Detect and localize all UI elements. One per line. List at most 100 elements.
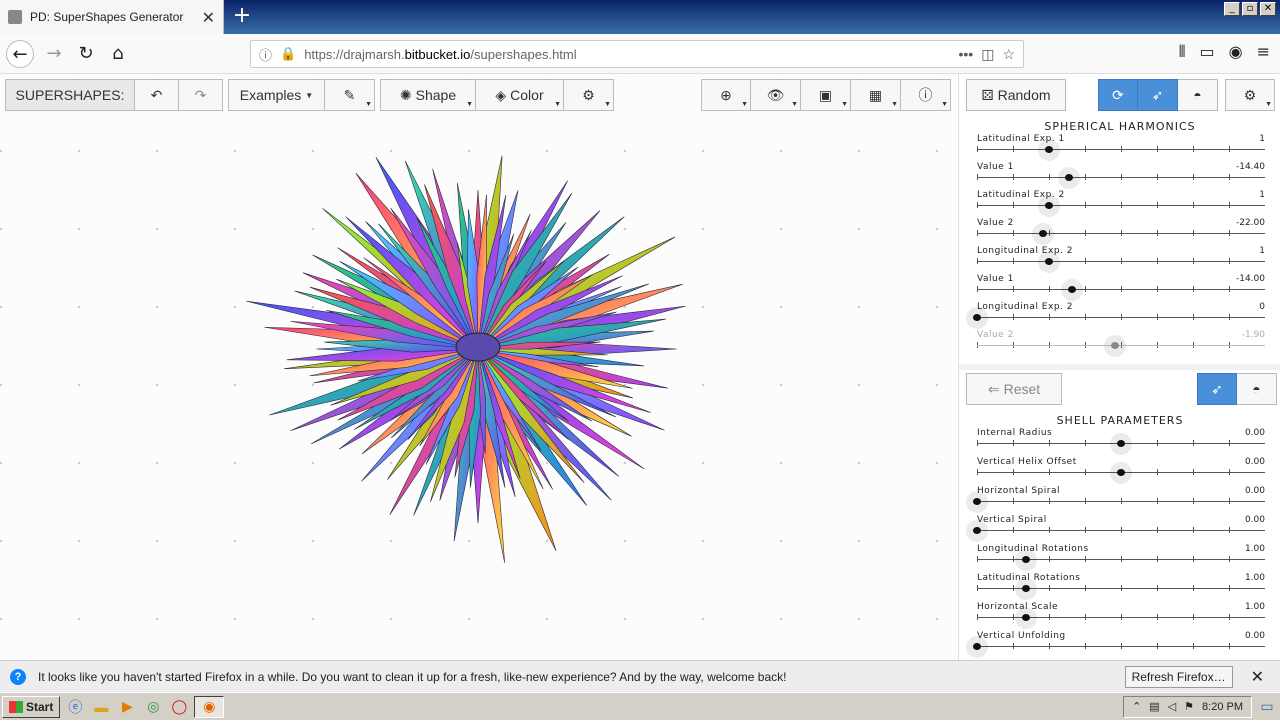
spherical-slider[interactable]: Value 2 -1.90 (977, 330, 1265, 358)
slider-track[interactable] (977, 289, 1265, 290)
forward-button[interactable]: → (40, 40, 68, 68)
spherical-slider[interactable]: Latitudinal Exp. 11 (977, 134, 1265, 162)
ie-icon[interactable]: ⓔ (64, 696, 86, 718)
shell-slider[interactable]: Latitudinal Rotations 1.00 (977, 573, 1265, 601)
browser-tab[interactable]: PD: SuperShapes Generator ✕ (0, 0, 224, 34)
spherical-slider[interactable]: Value 2 -22.00 (977, 218, 1265, 246)
3d-viewport[interactable]: SUPERSHAPES: ↶ ↷ Examples ▼ ✎ ▼ ✺ Shape ▼ ◈ C… (0, 74, 957, 660)
animate-mode-button[interactable]: ⟳ (1098, 79, 1138, 111)
refresh-firefox-button[interactable]: Refresh Firefox… (1124, 665, 1233, 688)
shell-slow-button[interactable]: ◓ (1237, 373, 1277, 405)
shell-slider[interactable]: Vertical Unfolding 0.00 (966, 631, 1265, 659)
firefox-icon[interactable]: ◉ (194, 695, 225, 718)
shell-slider[interactable]: Horizontal Scale 1.00 (977, 602, 1265, 630)
close-tab-icon[interactable]: ✕ (202, 8, 215, 27)
shell-slider[interactable]: Vertical Helix Offset 0.00 (977, 457, 1265, 485)
slider-label: Horizontal Spiral (977, 486, 1060, 496)
fast-mode-button[interactable]: ➶ (1138, 79, 1178, 111)
random-toolbar: ⚄ Random (966, 79, 1066, 111)
slider-knob[interactable] (1045, 258, 1053, 265)
show-desktop-icon[interactable]: ▭ (1256, 696, 1278, 718)
network-icon[interactable]: ▤ (1149, 700, 1159, 713)
volume-icon[interactable]: ◁ (1168, 700, 1176, 713)
spherical-harmonics-section: ⚄ Random ⟳ ➶ ◓ ⚙ ▼ SPHERICAL HARMONICS Lat… (959, 74, 1280, 364)
spherical-slider[interactable]: Value 1 -14.00 (977, 274, 1265, 302)
panel-settings-button[interactable]: ⚙ ▼ (1225, 79, 1275, 111)
new-tab-button[interactable]: + (230, 4, 254, 28)
lock-icon[interactable]: 🔒 (280, 46, 296, 62)
slider-track[interactable] (977, 317, 1265, 318)
spherical-slider[interactable]: Longitudinal Exp. 2 1 (977, 246, 1265, 274)
slider-track[interactable] (977, 233, 1265, 234)
slider-knob[interactable] (1117, 469, 1125, 476)
chrome-icon[interactable]: ◎ (142, 696, 164, 718)
folder-icon[interactable]: ▬ (90, 696, 112, 718)
sidebar-icon[interactable]: ▭ (1200, 42, 1215, 62)
taskbar: Start ⓔ ▬ ▶ ◎ ◯ ◉ ⌃ ▤ ◁ ⚑ 8:20 PM ▭ (0, 692, 1280, 720)
close-window-button[interactable]: ✕ (1260, 2, 1276, 16)
question-icon: ? (10, 668, 26, 685)
info-icon[interactable]: ⓘ (259, 45, 272, 64)
opera-icon[interactable]: ◯ (168, 696, 190, 718)
minimize-button[interactable]: _ (1224, 2, 1240, 16)
navigation-bar: ← → ↻ ⌂ ⓘ 🔒 https://drajmarsh.bitbucket.… (0, 34, 1280, 74)
home-button[interactable]: ⌂ (104, 40, 132, 68)
url-text[interactable]: https://drajmarsh.bitbucket.io/supershap… (304, 47, 950, 62)
slider-track[interactable] (977, 261, 1265, 262)
slider-value: 1 (1259, 134, 1265, 144)
slider-knob[interactable] (1021, 614, 1030, 621)
shell-slider[interactable]: Horizontal Spiral 0.00 (966, 486, 1265, 514)
slider-track[interactable] (977, 646, 1265, 647)
slider-knob[interactable] (973, 498, 981, 505)
system-tray: ⌃ ▤ ◁ ⚑ 8:20 PM (1123, 695, 1252, 718)
slider-knob[interactable] (1021, 585, 1030, 592)
maximize-button[interactable]: ▫ (1242, 2, 1258, 16)
slider-label: Vertical Spiral (977, 515, 1047, 525)
media-player-icon[interactable]: ▶ (116, 696, 138, 718)
mode-toolbar: ⟳ ➶ ◓ (1098, 79, 1218, 111)
spherical-slider[interactable]: Longitudinal Exp. 2 0 (966, 302, 1265, 330)
slider-track[interactable] (977, 149, 1265, 150)
bookmark-star-icon[interactable]: ☆ (1002, 46, 1015, 63)
slider-knob[interactable] (973, 643, 981, 650)
slider-track[interactable] (977, 501, 1265, 502)
clock[interactable]: 8:20 PM (1202, 701, 1243, 713)
shell-slider[interactable]: Longitudinal Rotations 1.00 (977, 544, 1265, 572)
spherical-slider[interactable]: Value 1 -14.40 (977, 162, 1265, 190)
page-actions-icon[interactable]: ••• (958, 46, 973, 62)
reset-button[interactable]: ⇐ Reset (966, 373, 1062, 405)
slider-track[interactable] (977, 530, 1265, 531)
shell-slider[interactable]: Internal Radius 0.00 (977, 428, 1265, 456)
slider-knob[interactable] (1117, 440, 1125, 447)
random-button[interactable]: ⚄ Random (966, 79, 1066, 111)
slider-knob[interactable] (1068, 286, 1077, 293)
slider-knob[interactable] (1045, 202, 1053, 209)
menu-icon[interactable]: ≡ (1257, 42, 1270, 62)
start-button[interactable]: Start (2, 695, 61, 718)
chevron-up-icon[interactable]: ⌃ (1132, 700, 1141, 713)
slider-knob[interactable] (1021, 556, 1030, 563)
account-icon[interactable]: ◉ (1229, 42, 1243, 62)
reload-button[interactable]: ↻ (72, 40, 100, 68)
slow-mode-button[interactable]: ◓ (1178, 79, 1218, 111)
start-label: Start (26, 699, 54, 714)
reset-toolbar: ⇐ Reset (966, 373, 1062, 405)
spherical-slider[interactable]: Latitudinal Exp. 21 (977, 190, 1265, 218)
dice-icon: ⚄ (981, 86, 994, 103)
url-bar[interactable]: ⓘ 🔒 https://drajmarsh.bitbucket.io/super… (250, 40, 1024, 68)
slider-knob[interactable] (973, 314, 981, 321)
slider-knob[interactable] (1045, 146, 1053, 153)
slider-track[interactable] (977, 205, 1265, 206)
shell-slider[interactable]: Vertical Spiral 0.00 (966, 515, 1265, 543)
close-notification-icon[interactable]: ✕ (1245, 667, 1270, 687)
gear-icon: ⚙ (1243, 86, 1257, 103)
slider-knob[interactable] (973, 527, 981, 534)
supershape-render[interactable] (0, 74, 957, 660)
back-button[interactable]: ← (6, 40, 34, 68)
rabbit-icon: ➶ (1211, 380, 1223, 397)
library-icon[interactable]: ⫴ (1179, 42, 1186, 62)
pocket-icon[interactable]: ◫ (981, 46, 994, 63)
slider-track[interactable] (977, 177, 1265, 178)
shell-fast-button[interactable]: ➶ (1197, 373, 1237, 405)
flag-icon[interactable]: ⚑ (1184, 700, 1194, 713)
